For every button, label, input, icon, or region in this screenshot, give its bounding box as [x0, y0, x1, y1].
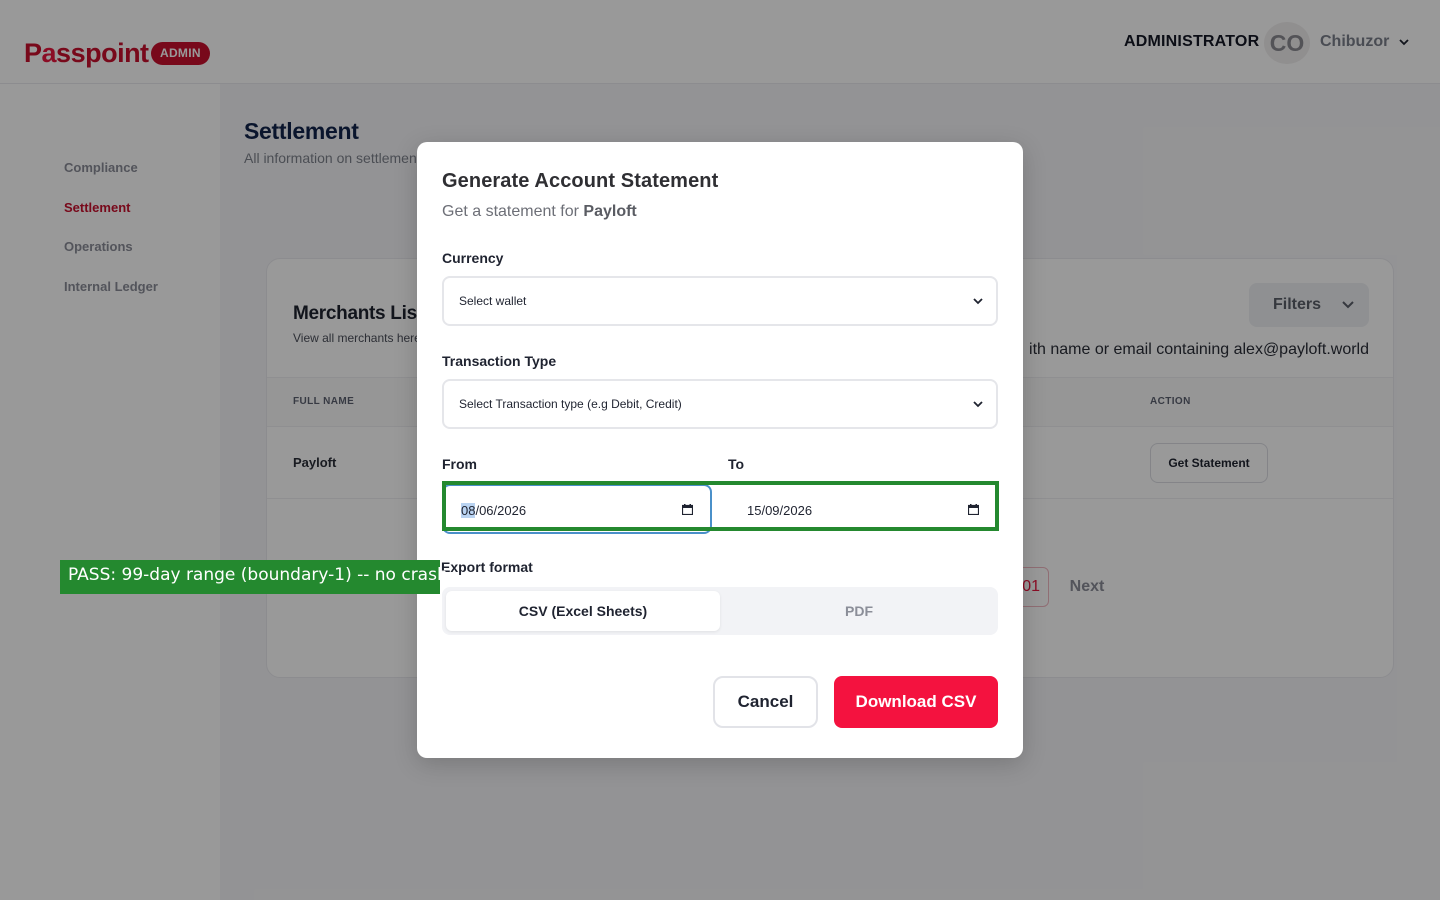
- transaction-type-select[interactable]: Select Transaction type (e.g Debit, Cred…: [442, 379, 998, 429]
- currency-select[interactable]: Select wallet: [442, 276, 998, 326]
- export-format-toggle: CSV (Excel Sheets) PDF: [442, 587, 998, 635]
- to-date-input[interactable]: 15/09/2026: [728, 484, 998, 534]
- modal-subtitle-prefix: Get a statement for: [442, 203, 579, 220]
- cancel-button[interactable]: Cancel: [713, 676, 818, 728]
- currency-select-value: Select wallet: [459, 294, 527, 308]
- download-csv-button[interactable]: Download CSV: [834, 676, 998, 728]
- export-format-label: Export format: [441, 559, 533, 575]
- modal-merchant-name: Payloft: [583, 203, 637, 220]
- generate-statement-modal: Generate Account Statement Get a stateme…: [417, 142, 1023, 758]
- from-date-rest: /06/2026: [475, 503, 527, 518]
- from-day-segment[interactable]: 08: [461, 503, 476, 518]
- format-option-pdf[interactable]: PDF: [724, 591, 994, 631]
- modal-subtitle: Get a statement for Payloft: [442, 203, 637, 221]
- currency-label: Currency: [442, 250, 504, 266]
- chevron-down-icon: [973, 298, 983, 305]
- calendar-icon[interactable]: [682, 504, 693, 515]
- modal-title: Generate Account Statement: [442, 170, 719, 192]
- chevron-down-icon: [973, 401, 983, 408]
- to-date-value: 15/09/2026: [747, 503, 813, 518]
- transaction-type-label: Transaction Type: [442, 353, 557, 369]
- calendar-icon[interactable]: [968, 504, 979, 515]
- to-label: To: [728, 456, 745, 472]
- from-label: From: [442, 456, 477, 472]
- format-option-csv[interactable]: CSV (Excel Sheets): [446, 591, 720, 631]
- transaction-type-value: Select Transaction type (e.g Debit, Cred…: [459, 397, 682, 411]
- from-date-input[interactable]: 08/06/2026: [442, 484, 712, 534]
- test-result-banner: PASS: 99-day range (boundary-1) -- no cr…: [60, 560, 448, 594]
